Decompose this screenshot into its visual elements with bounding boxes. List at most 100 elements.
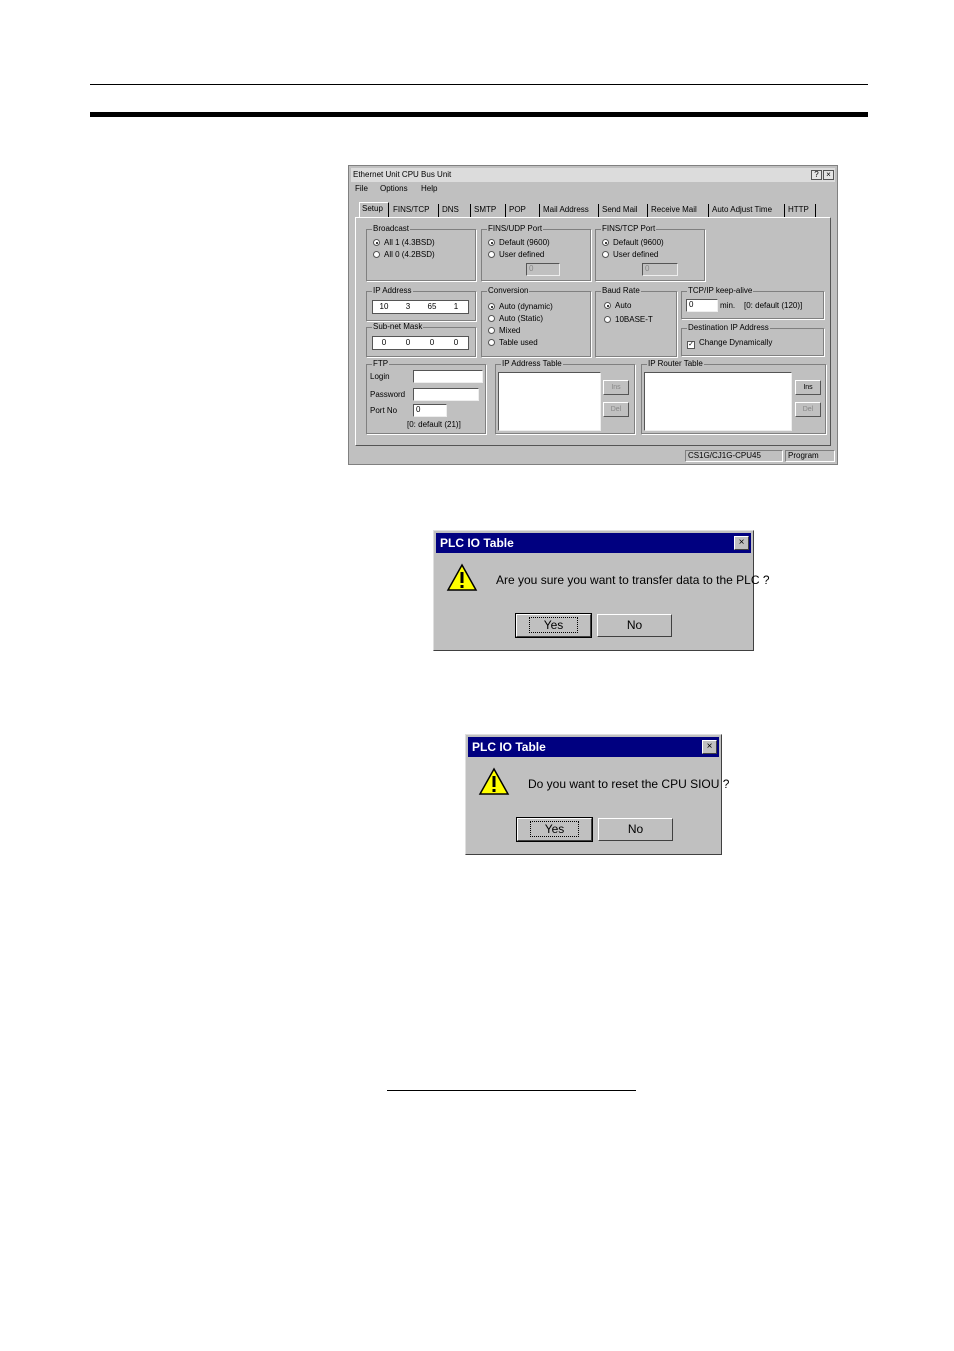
fins-tcp-title: FINS/TCP Port bbox=[601, 224, 657, 234]
fins-udp-user-radio[interactable]: User defined bbox=[488, 250, 544, 260]
radio-selected-icon bbox=[488, 303, 495, 310]
fins-udp-default-radio[interactable]: Default (9600) bbox=[488, 238, 550, 248]
broadcast-title: Broadcast bbox=[372, 224, 411, 234]
ip-address-title: IP Address bbox=[372, 286, 413, 296]
change-dynamically-label: Change Dynamically bbox=[699, 338, 773, 347]
dialog-title-bar: PLC IO Table × bbox=[468, 737, 719, 757]
close-button[interactable]: × bbox=[823, 170, 834, 180]
close-icon[interactable]: × bbox=[702, 740, 717, 754]
subnet-octet-1: 0 bbox=[381, 338, 387, 347]
baud-10baset-label: 10BASE-T bbox=[615, 315, 653, 324]
tab-auto-adjust-time[interactable]: Auto Adjust Time bbox=[710, 204, 785, 217]
radio-icon bbox=[488, 339, 495, 346]
subnet-octet-4: 0 bbox=[453, 338, 459, 347]
ethernet-unit-window: Ethernet Unit CPU Bus Unit ? × File Opti… bbox=[348, 165, 838, 465]
broadcast-all1-label: All 1 (4.3BSD) bbox=[384, 238, 435, 247]
radio-selected-icon bbox=[602, 239, 609, 246]
fins-udp-port-input[interactable]: 0 bbox=[526, 263, 560, 276]
router-table-ins-button[interactable]: Ins bbox=[795, 380, 821, 395]
no-button[interactable]: No bbox=[597, 614, 672, 637]
yes-button-label: Yes bbox=[529, 821, 580, 837]
fins-tcp-default-label: Default (9600) bbox=[613, 238, 664, 247]
radio-icon bbox=[373, 251, 380, 258]
conversion-auto-dynamic-radio[interactable]: Auto (dynamic) bbox=[488, 302, 553, 312]
ftp-port-label: Port No bbox=[370, 406, 398, 415]
ip-table-ins-button[interactable]: Ins bbox=[603, 380, 629, 395]
conversion-group: Conversion Auto (dynamic) Auto (Static) … bbox=[481, 286, 591, 357]
fins-tcp-user-radio[interactable]: User defined bbox=[602, 250, 658, 260]
header-rule-thin bbox=[90, 84, 868, 85]
status-mode: Program bbox=[785, 450, 835, 462]
reset-confirm-dialog: PLC IO Table × Do you want to reset the … bbox=[465, 734, 729, 855]
radio-icon bbox=[604, 316, 611, 323]
tab-setup[interactable]: Setup bbox=[359, 202, 389, 217]
no-button[interactable]: No bbox=[598, 818, 673, 841]
dialog-title-bar: PLC IO Table × bbox=[436, 533, 751, 553]
window-title: Ethernet Unit CPU Bus Unit bbox=[353, 170, 452, 179]
keepalive-input[interactable]: 0 bbox=[686, 299, 718, 312]
radio-icon bbox=[602, 251, 609, 258]
tab-mail-address[interactable]: Mail Address bbox=[541, 204, 599, 217]
dialog-title: PLC IO Table bbox=[440, 536, 514, 550]
dialog-title: PLC IO Table bbox=[472, 740, 546, 754]
conversion-mixed-radio[interactable]: Mixed bbox=[488, 326, 520, 336]
conversion-table-used-radio[interactable]: Table used bbox=[488, 338, 538, 348]
checkbox-checked-icon: ✓ bbox=[687, 341, 695, 349]
footer-rule bbox=[387, 1090, 636, 1091]
fins-tcp-port-input[interactable]: 0 bbox=[642, 263, 678, 276]
subnet-mask-input[interactable]: 0 0 0 0 bbox=[372, 336, 469, 350]
ip-router-table-group: IP Router Table Ins Del bbox=[641, 359, 826, 434]
yes-button[interactable]: Yes bbox=[516, 817, 593, 842]
keepalive-unit: min. bbox=[720, 301, 736, 310]
baud-auto-radio[interactable]: Auto bbox=[604, 301, 631, 311]
keepalive-group: TCP/IP keep-alive 0 min. [0: default (12… bbox=[681, 286, 824, 319]
router-table-del-button[interactable]: Del bbox=[795, 402, 821, 417]
ftp-port-hint: [0: default (21)] bbox=[407, 420, 461, 429]
subnet-mask-title: Sub-net Mask bbox=[372, 322, 424, 332]
keepalive-title: TCP/IP keep-alive bbox=[687, 286, 754, 296]
ip-router-table-title: IP Router Table bbox=[647, 359, 704, 369]
ftp-login-input[interactable] bbox=[413, 370, 483, 383]
yes-button[interactable]: Yes bbox=[515, 613, 592, 638]
tab-dns[interactable]: DNS bbox=[440, 204, 471, 217]
menu-file[interactable]: File bbox=[355, 184, 368, 193]
dest-ip-title: Destination IP Address bbox=[687, 323, 770, 333]
radio-icon bbox=[488, 327, 495, 334]
tab-pop[interactable]: POP bbox=[507, 204, 540, 217]
ftp-port-input[interactable]: 0 bbox=[413, 404, 447, 417]
baud-10baset-radio[interactable]: 10BASE-T bbox=[604, 315, 653, 325]
menu-help[interactable]: Help bbox=[421, 184, 437, 193]
ftp-login-label: Login bbox=[370, 372, 390, 381]
close-icon[interactable]: × bbox=[734, 536, 749, 550]
baud-rate-group: Baud Rate Auto 10BASE-T bbox=[595, 286, 677, 357]
tab-http[interactable]: HTTP bbox=[786, 204, 816, 217]
fins-tcp-user-label: User defined bbox=[613, 250, 659, 259]
ftp-title: FTP bbox=[372, 359, 390, 369]
ip-table-del-button[interactable]: Del bbox=[603, 402, 629, 417]
fins-tcp-default-radio[interactable]: Default (9600) bbox=[602, 238, 664, 248]
tab-receive-mail[interactable]: Receive Mail bbox=[649, 204, 709, 217]
broadcast-all1-radio[interactable]: All 1 (4.3BSD) bbox=[373, 238, 435, 248]
help-button[interactable]: ? bbox=[811, 170, 822, 180]
tab-smtp[interactable]: SMTP bbox=[472, 204, 506, 217]
broadcast-all0-label: All 0 (4.2BSD) bbox=[384, 250, 435, 259]
radio-icon bbox=[488, 251, 495, 258]
title-bar: Ethernet Unit CPU Bus Unit ? × bbox=[351, 168, 835, 182]
fins-udp-default-label: Default (9600) bbox=[499, 238, 550, 247]
baud-rate-title: Baud Rate bbox=[601, 286, 641, 296]
transfer-confirm-dialog: PLC IO Table × Are you sure you want to … bbox=[433, 530, 770, 651]
ip-router-table-list[interactable] bbox=[644, 372, 792, 431]
radio-selected-icon bbox=[488, 239, 495, 246]
broadcast-all0-radio[interactable]: All 0 (4.2BSD) bbox=[373, 250, 435, 260]
ip-address-table-list[interactable] bbox=[498, 372, 601, 431]
ip-address-input[interactable]: 10 3 65 1 bbox=[372, 300, 469, 314]
conversion-mixed-label: Mixed bbox=[499, 326, 521, 335]
menu-options[interactable]: Options bbox=[380, 184, 408, 193]
tab-send-mail[interactable]: Send Mail bbox=[600, 204, 648, 217]
ftp-password-label: Password bbox=[370, 390, 406, 399]
fins-udp-title: FINS/UDP Port bbox=[487, 224, 544, 234]
conversion-auto-static-radio[interactable]: Auto (Static) bbox=[488, 314, 543, 324]
change-dynamically-checkbox[interactable]: ✓ Change Dynamically bbox=[687, 338, 772, 349]
ftp-password-input[interactable] bbox=[413, 388, 479, 401]
tab-fins-tcp[interactable]: FINS/TCP bbox=[391, 204, 439, 217]
